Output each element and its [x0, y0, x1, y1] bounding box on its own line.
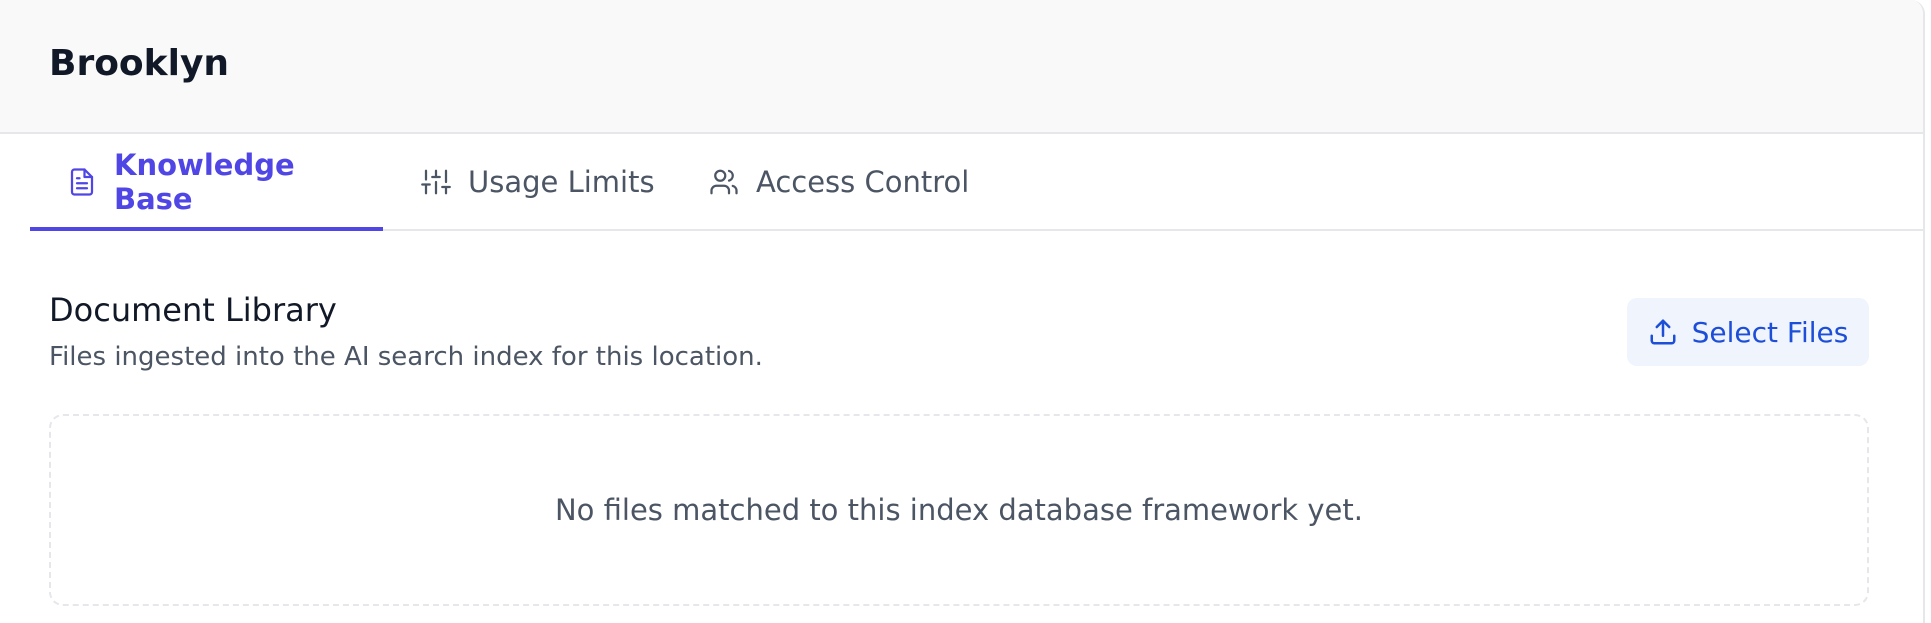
location-panel: Brooklyn Knowledge Base Usage Limits Acc…	[0, 0, 1925, 623]
tab-knowledge-base[interactable]: Knowledge Base	[30, 134, 383, 231]
tab-bar: Knowledge Base Usage Limits Access Contr…	[30, 134, 1923, 231]
section-subtitle: Files ingested into the AI search index …	[49, 342, 763, 372]
tab-label: Access Control	[756, 164, 970, 199]
empty-state-message: No files matched to this index database …	[554, 493, 1363, 527]
tab-label: Usage Limits	[468, 164, 655, 199]
upload-icon	[1648, 317, 1678, 347]
sliders-icon	[421, 167, 451, 197]
page-title: Brooklyn	[49, 43, 230, 84]
tab-label: Knowledge Base	[114, 147, 295, 216]
section-title: Document Library	[49, 291, 337, 329]
panel-header: Brooklyn	[0, 0, 1923, 134]
tab-usage-limits[interactable]: Usage Limits	[421, 134, 655, 229]
tab-access-control[interactable]: Access Control	[709, 134, 969, 229]
select-files-label: Select Files	[1691, 315, 1849, 349]
document-icon	[67, 167, 97, 197]
users-icon	[709, 167, 739, 197]
select-files-button[interactable]: Select Files	[1627, 298, 1869, 366]
file-drop-area: No files matched to this index database …	[49, 414, 1869, 606]
